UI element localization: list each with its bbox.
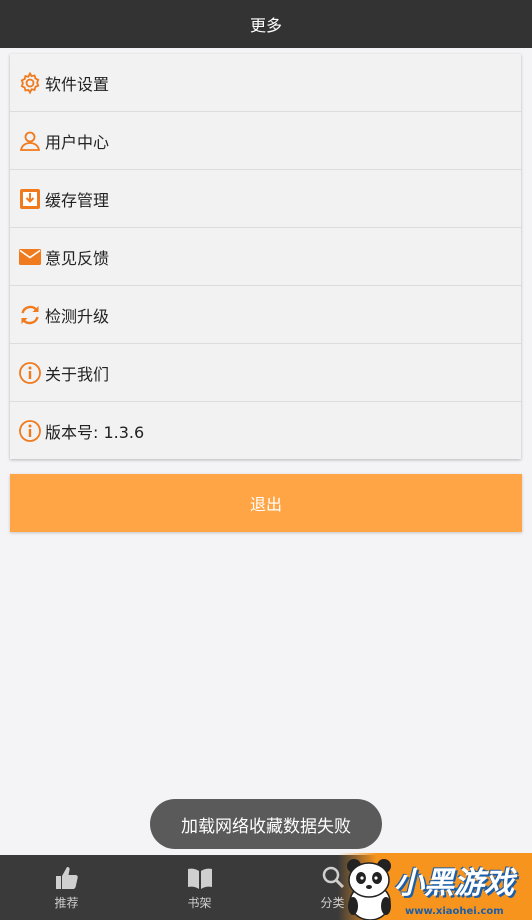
logout-button[interactable]: 退出 [10,474,522,532]
logout-label: 退出 [249,495,282,514]
menu-item-check-update[interactable]: 检测升级 [10,286,521,344]
tab-bookshelf[interactable]: 书架 [133,855,266,920]
info-icon [18,361,42,385]
menu-item-feedback[interactable]: 意见反馈 [10,228,521,286]
tab-label: 推荐 [54,896,79,910]
version-label: 版本号: 1.3.6 [45,422,145,442]
tab-label: 书架 [187,896,212,910]
watermark-url: www.xiaohei.com [405,906,504,917]
menu-item-about-us[interactable]: 关于我们 [10,344,521,402]
mail-icon [18,245,42,269]
watermark-logo-text: 小黑游戏 [394,866,514,901]
panda-icon [347,859,391,920]
menu-item-user-center[interactable]: 用户中心 [10,112,521,170]
toast-text: 加载网络收藏数据失败 [181,816,351,837]
gear-icon [18,71,42,95]
menu-item-software-settings[interactable]: 软件设置 [10,54,521,112]
settings-menu: 软件设置 用户中心 缓存管理 意见反馈 检测升级 关于我们 版本号: 1.3.6 [10,54,521,459]
menu-item-label: 缓存管理 [45,190,110,210]
toast-message: 加载网络收藏数据失败 [150,799,382,849]
menu-item-version: 版本号: 1.3.6 [10,402,521,459]
menu-item-label: 软件设置 [45,74,110,94]
menu-item-cache-management[interactable]: 缓存管理 [10,170,521,228]
menu-item-label: 用户中心 [45,132,110,152]
top-bar: 更多 [0,0,532,48]
user-icon [18,129,42,153]
book-icon [187,868,212,889]
menu-item-label: 检测升级 [45,306,110,326]
download-icon [18,187,42,211]
menu-item-label: 意见反馈 [45,248,110,268]
tab-recommend[interactable]: 推荐 [0,855,133,920]
menu-item-label: 关于我们 [45,364,110,384]
refresh-icon [18,303,42,327]
page-title: 更多 [249,16,282,35]
thumbs-up-icon [55,867,78,889]
info-icon [18,419,42,443]
